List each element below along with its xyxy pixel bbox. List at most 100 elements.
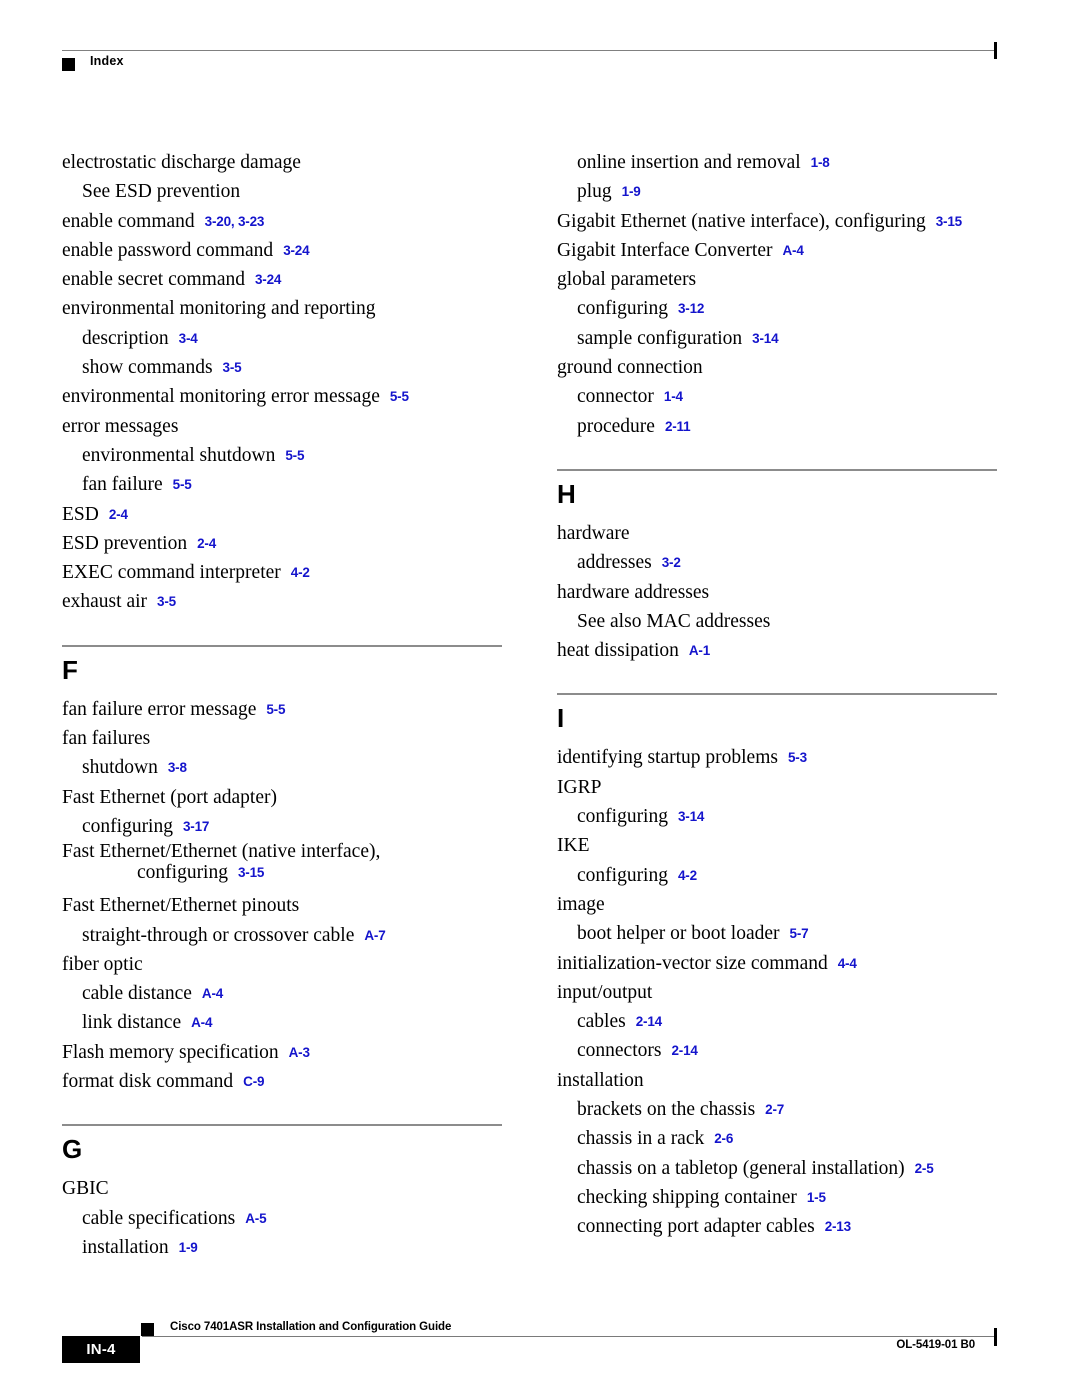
- page-reference[interactable]: 3-4: [179, 331, 198, 346]
- index-subentry: show commands 3-5: [62, 353, 502, 382]
- page-reference[interactable]: A-4: [782, 243, 803, 258]
- page-reference[interactable]: 4-4: [838, 956, 857, 971]
- page-reference[interactable]: 2-6: [714, 1131, 733, 1146]
- index-entry-label: boot helper or boot loader: [577, 923, 780, 945]
- index-entry: ground connection: [557, 353, 997, 382]
- page-reference[interactable]: 3-15: [238, 865, 264, 880]
- index-entry-label: procedure: [577, 415, 655, 437]
- page-reference[interactable]: 3-14: [678, 809, 704, 824]
- page-reference[interactable]: 3-2: [662, 555, 681, 570]
- page-reference[interactable]: 3-24: [255, 272, 281, 287]
- page-reference[interactable]: 2-7: [765, 1102, 784, 1117]
- index-entry: Gigabit Ethernet (native interface), con…: [557, 207, 997, 236]
- index-entry-label: link distance: [82, 1012, 182, 1034]
- page-reference[interactable]: 3-8: [168, 760, 187, 775]
- page-reference[interactable]: 1-9: [179, 1240, 198, 1255]
- index-entry-label: description: [82, 327, 169, 349]
- index-entry: enable command 3-20, 3-23: [62, 207, 502, 236]
- page-reference[interactable]: 2-4: [109, 507, 128, 522]
- index-entry-label: GBIC: [62, 1178, 109, 1200]
- page-reference[interactable]: 5-5: [266, 702, 285, 717]
- document-id: OL-5419-01 B0: [896, 1339, 975, 1351]
- index-entry: environmental monitoring error message 5-…: [62, 382, 502, 411]
- page-reference[interactable]: 5-5: [285, 448, 304, 463]
- index-entry: Gigabit Interface Converter A-4: [557, 236, 997, 265]
- index-entry: fan failures: [62, 724, 502, 753]
- index-entry-label: fan failure error message: [62, 698, 257, 720]
- page-title: Index: [90, 54, 124, 68]
- page-reference[interactable]: 3-14: [752, 331, 778, 346]
- page-reference[interactable]: 1-9: [622, 184, 641, 199]
- index-entry: environmental monitoring and reporting: [62, 294, 502, 323]
- page-reference[interactable]: 5-5: [390, 389, 409, 404]
- page-reference[interactable]: 3-20, 3-23: [205, 214, 265, 229]
- page-reference[interactable]: 1-5: [807, 1190, 826, 1205]
- page-reference[interactable]: 2-11: [665, 419, 691, 434]
- page-reference[interactable]: 2-5: [915, 1161, 934, 1176]
- index-entry-label: plug: [577, 181, 612, 203]
- index-entry-label: cable specifications: [82, 1207, 236, 1229]
- index-entry-label: chassis in a rack: [577, 1128, 705, 1150]
- page-reference[interactable]: 3-12: [678, 301, 704, 316]
- page-reference[interactable]: A-4: [202, 986, 223, 1001]
- index-entry-label: configuring: [82, 815, 173, 837]
- index-entry-label: cables: [577, 1011, 626, 1033]
- page-reference[interactable]: 2-13: [825, 1219, 851, 1234]
- page-reference[interactable]: 1-4: [664, 389, 683, 404]
- index-entry: fan failure error message 5-5: [62, 695, 502, 724]
- page-reference[interactable]: 4-2: [291, 565, 310, 580]
- index-subentry: configuring 4-2: [557, 861, 997, 890]
- index-subentry: See ESD prevention: [62, 177, 502, 206]
- page-reference[interactable]: 5-7: [790, 926, 809, 941]
- index-subentry: description 3-4: [62, 324, 502, 353]
- page-reference[interactable]: 2-4: [197, 536, 216, 551]
- index-subentry: boot helper or boot loader 5-7: [557, 919, 997, 948]
- page-reference[interactable]: A-3: [289, 1045, 310, 1060]
- page-reference[interactable]: 3-24: [283, 243, 309, 258]
- page-reference[interactable]: 1-8: [811, 155, 830, 170]
- index-entry: enable secret command 3-24: [62, 265, 502, 294]
- page-reference[interactable]: 2-14: [636, 1014, 662, 1029]
- index-entry-continuation: configuring 3-15: [62, 862, 502, 883]
- page-reference[interactable]: A-4: [191, 1015, 212, 1030]
- index-subentry: link distance A-4: [62, 1008, 502, 1037]
- page-reference[interactable]: 3-5: [223, 360, 242, 375]
- page-header: Index: [62, 42, 997, 80]
- index-subentry: fan failure 5-5: [62, 470, 502, 499]
- index-entry: fiber optic: [62, 950, 502, 979]
- page-reference[interactable]: A-1: [689, 643, 710, 658]
- index-entry: heat dissipation A-1: [557, 636, 997, 665]
- index-subentry: addresses 3-2: [557, 548, 997, 577]
- index-subentry: brackets on the chassis 2-7: [557, 1095, 997, 1124]
- index-entry-label: enable secret command: [62, 269, 245, 291]
- index-entry-label: hardware: [557, 522, 630, 544]
- index-subentry: configuring 3-12: [557, 294, 997, 323]
- index-entry-label: enable password command: [62, 239, 274, 261]
- index-entry: Fast Ethernet/Ethernet pinouts: [62, 891, 502, 920]
- page-reference[interactable]: 3-17: [183, 819, 209, 834]
- page-reference[interactable]: 3-15: [936, 214, 962, 229]
- header-rule: [62, 42, 997, 59]
- page-reference[interactable]: A-5: [245, 1211, 266, 1226]
- index-entry-label: show commands: [82, 357, 213, 379]
- page-reference[interactable]: C-9: [243, 1074, 264, 1089]
- page-reference[interactable]: 4-2: [678, 868, 697, 883]
- index-entry-label: format disk command: [62, 1071, 234, 1093]
- page-reference[interactable]: 2-14: [671, 1043, 697, 1058]
- index-entry-label: Gigabit Ethernet (native interface), con…: [557, 210, 926, 232]
- page-reference[interactable]: 5-3: [788, 750, 807, 765]
- page-reference[interactable]: A-7: [364, 928, 385, 943]
- index-entry: format disk command C-9: [62, 1067, 502, 1096]
- index-entry: initialization-vector size command 4-4: [557, 949, 997, 978]
- index-entry-label: fan failures: [62, 728, 151, 750]
- index-entry: hardware: [557, 519, 997, 548]
- section-letter: G: [62, 1134, 83, 1165]
- index-entry-label: configuring: [577, 806, 668, 828]
- index-entry-label: connector: [577, 386, 654, 408]
- page-reference[interactable]: 3-5: [157, 594, 176, 609]
- index-entry-label: fan failure: [82, 474, 163, 496]
- page-reference[interactable]: 5-5: [173, 477, 192, 492]
- index-entry-label: configuring: [577, 864, 668, 886]
- index-subentry: chassis in a rack 2-6: [557, 1124, 997, 1153]
- index-entry: ESD 2-4: [62, 500, 502, 529]
